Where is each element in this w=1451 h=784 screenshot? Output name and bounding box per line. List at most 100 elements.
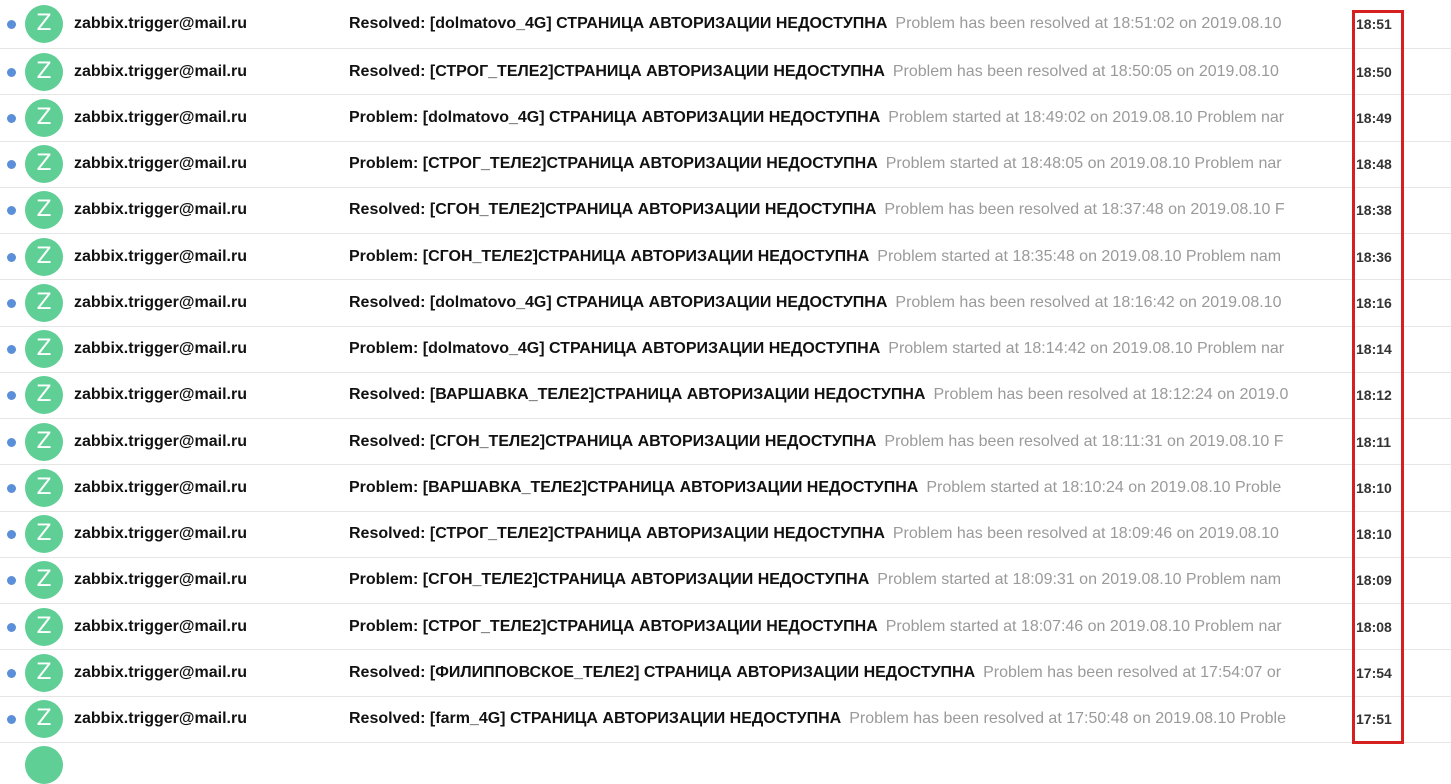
email-snippet: Problem has been resolved at 18:12:24 on… [933, 386, 1289, 404]
email-snippet: Problem has been resolved at 18:09:46 on… [892, 525, 1279, 543]
email-time: 18:49 [1356, 109, 1392, 126]
email-summary: Problem: [СТРОГ_ТЕЛЕ2]СТРАНИЦА АВТОРИЗАЦ… [349, 618, 1301, 636]
email-subject: Problem: [dolmatovo_4G] СТРАНИЦА АВТОРИЗ… [349, 340, 881, 358]
unread-dot-icon[interactable] [7, 67, 16, 77]
unread-dot-icon[interactable] [7, 576, 16, 586]
email-subject: Resolved: [dolmatovo_4G] СТРАНИЦА АВТОРИ… [349, 15, 888, 32]
unread-dot-icon[interactable] [7, 668, 16, 678]
sender-avatar: Z [25, 237, 63, 276]
unread-dot-icon[interactable] [7, 391, 16, 401]
email-summary: Resolved: [СГОН_ТЕЛЕ2]СТРАНИЦА АВТОРИЗАЦ… [349, 433, 1301, 451]
email-subject: Resolved: [СТРОГ_ТЕЛЕ2]СТРАНИЦА АВТОРИЗА… [349, 525, 885, 543]
sender-avatar: Z [25, 561, 63, 600]
unread-dot-icon[interactable] [7, 20, 16, 29]
email-time: 18:51 [1356, 16, 1392, 32]
email-row[interactable]: Zzabbix.trigger@mail.ru Problem: [СГОН_ТЕ… [0, 558, 1451, 604]
email-subject: Resolved: [dolmatovo_4G] СТРАНИЦА АВТОРИ… [349, 293, 888, 311]
email-row[interactable]: Zzabbix.trigger@mail.ru Resolved: [СГОН_Т… [0, 419, 1451, 466]
email-snippet: Problem started at 18:49:02 on 2019.08.1… [888, 108, 1285, 126]
email-row[interactable]: Zzabbix.trigger@mail.ru Problem: [СГОН_ТЕ… [0, 234, 1451, 281]
email-list: Zzabbix.trigger@mail.ru Resolved: [dolmat… [0, 0, 1451, 784]
sender-name: zabbix.trigger@mail.ru [74, 15, 247, 32]
sender-name: zabbix.trigger@mail.ru [74, 571, 247, 589]
email-snippet: Problem has been resolved at 18:50:05 on… [892, 62, 1279, 80]
unread-dot-icon[interactable] [7, 483, 16, 493]
unread-dot-icon[interactable] [7, 298, 16, 308]
sender-avatar: Z [25, 283, 63, 322]
email-summary: Resolved: [СТРОГ_ТЕЛЕ2]СТРАНИЦА АВТОРИЗА… [349, 525, 1301, 543]
sender-avatar: Z [25, 653, 63, 692]
unread-dot-icon[interactable] [7, 252, 16, 262]
unread-dot-icon[interactable] [7, 160, 16, 170]
email-row[interactable]: Zzabbix.trigger@mail.ru Resolved: [ФИЛИПП… [0, 650, 1451, 697]
email-summary: Problem: [dolmatovo_4G] СТРАНИЦА АВТОРИЗ… [349, 109, 1301, 127]
email-row[interactable]: Zzabbix.trigger@mail.ru Problem: [dolmato… [0, 95, 1451, 142]
sender-name: zabbix.trigger@mail.ru [74, 340, 247, 358]
email-summary: Resolved: [СГОН_ТЕЛЕ2]СТРАНИЦА АВТОРИЗАЦ… [349, 201, 1301, 219]
sender-name: zabbix.trigger@mail.ru [74, 432, 247, 450]
unread-dot-icon[interactable] [7, 715, 16, 725]
email-summary: Problem: [СГОН_ТЕЛЕ2]СТРАНИЦА АВТОРИЗАЦИ… [349, 248, 1301, 266]
sender-avatar: Z [25, 5, 63, 43]
email-time: 18:10 [1356, 479, 1392, 496]
email-row[interactable]: Zzabbix.trigger@mail.ru Problem: [ВАРШАВК… [0, 465, 1451, 512]
email-time: 18:16 [1356, 294, 1392, 311]
sender-name: zabbix.trigger@mail.ru [74, 478, 247, 496]
sender-avatar: Z [25, 422, 63, 461]
email-row-partial[interactable] [0, 743, 1451, 784]
email-summary: Resolved: [dolmatovo_4G] СТРАНИЦА АВТОРИ… [349, 15, 1301, 33]
email-summary: Problem: [dolmatovo_4G] СТРАНИЦА АВТОРИЗ… [349, 340, 1301, 358]
unread-dot-icon[interactable] [7, 530, 16, 540]
email-summary: Problem: [СГОН_ТЕЛЕ2]СТРАНИЦА АВТОРИЗАЦИ… [349, 571, 1301, 589]
email-subject: Problem: [dolmatovo_4G] СТРАНИЦА АВТОРИЗ… [349, 108, 881, 126]
email-time: 18:36 [1356, 248, 1392, 265]
email-summary: Resolved: [farm_4G] СТРАНИЦА АВТОРИЗАЦИИ… [349, 710, 1301, 728]
email-row[interactable]: Zzabbix.trigger@mail.ru Resolved: [farm_4… [0, 697, 1451, 743]
unread-dot-icon[interactable] [7, 113, 16, 123]
sender-name: zabbix.trigger@mail.ru [74, 617, 247, 635]
sender-avatar: Z [25, 376, 63, 415]
email-snippet: Problem has been resolved at 18:51:02 on… [895, 15, 1282, 32]
email-row[interactable]: Zzabbix.trigger@mail.ru Resolved: [ВАРШАВ… [0, 373, 1451, 419]
sender-avatar: Z [25, 330, 63, 369]
email-row[interactable]: Zzabbix.trigger@mail.ru Resolved: [dolmat… [0, 0, 1451, 49]
email-subject: Resolved: [farm_4G] СТРАНИЦА АВТОРИЗАЦИИ… [349, 710, 842, 728]
email-subject: Problem: [ВАРШАВКА_ТЕЛЕ2]СТРАНИЦА АВТОРИ… [349, 478, 919, 496]
email-row[interactable]: Zzabbix.trigger@mail.ru Resolved: [СТРОГ_… [0, 49, 1451, 96]
sender-name: zabbix.trigger@mail.ru [74, 108, 247, 126]
email-time: 17:51 [1356, 711, 1392, 728]
email-subject: Resolved: [СГОН_ТЕЛЕ2]СТРАНИЦА АВТОРИЗАЦ… [349, 201, 877, 219]
email-subject: Problem: [СГОН_ТЕЛЕ2]СТРАНИЦА АВТОРИЗАЦИ… [349, 247, 870, 265]
sender-name: zabbix.trigger@mail.ru [74, 201, 247, 219]
sender-avatar [25, 745, 63, 784]
email-row[interactable]: Zzabbix.trigger@mail.ru Resolved: [dolmat… [0, 280, 1451, 327]
email-snippet: Problem started at 18:10:24 on 2019.08.1… [926, 478, 1282, 496]
unread-dot-icon[interactable] [7, 206, 16, 216]
email-subject: Resolved: [СГОН_ТЕЛЕ2]СТРАНИЦА АВТОРИЗАЦ… [349, 432, 877, 450]
email-snippet: Problem started at 18:35:48 on 2019.08.1… [877, 247, 1282, 265]
email-snippet: Problem has been resolved at 18:37:48 on… [884, 201, 1285, 219]
email-row[interactable]: Zzabbix.trigger@mail.ru Resolved: [СТРОГ_… [0, 512, 1451, 558]
email-snippet: Problem has been resolved at 17:54:07 or [983, 663, 1282, 681]
email-snippet: Problem started at 18:14:42 on 2019.08.1… [888, 340, 1285, 358]
email-row[interactable]: Zzabbix.trigger@mail.ru Problem: [СТРОГ_Т… [0, 142, 1451, 188]
email-time: 18:12 [1356, 387, 1392, 404]
sender-avatar: Z [25, 145, 63, 184]
email-subject: Resolved: [ВАРШАВКА_ТЕЛЕ2]СТРАНИЦА АВТОР… [349, 386, 926, 404]
email-time: 18:09 [1356, 572, 1392, 589]
email-time: 18:11 [1356, 433, 1392, 450]
email-time: 18:14 [1356, 341, 1392, 358]
unread-dot-icon[interactable] [7, 345, 16, 355]
sender-name: zabbix.trigger@mail.ru [74, 386, 247, 404]
email-snippet: Problem started at 18:07:46 on 2019.08.1… [885, 617, 1282, 635]
email-row[interactable]: Zzabbix.trigger@mail.ru Resolved: [СГОН_Т… [0, 188, 1451, 234]
email-row[interactable]: Zzabbix.trigger@mail.ru Problem: [СТРОГ_Т… [0, 604, 1451, 651]
unread-dot-icon[interactable] [7, 437, 16, 447]
email-snippet: Problem has been resolved at 18:11:31 on… [884, 432, 1284, 450]
email-summary: Resolved: [dolmatovo_4G] СТРАНИЦА АВТОРИ… [349, 294, 1301, 312]
sender-avatar: Z [25, 98, 63, 137]
sender-name: zabbix.trigger@mail.ru [74, 663, 247, 681]
unread-dot-icon[interactable] [7, 622, 16, 632]
sender-name: zabbix.trigger@mail.ru [74, 247, 247, 265]
email-row[interactable]: Zzabbix.trigger@mail.ru Problem: [dolmato… [0, 327, 1451, 373]
